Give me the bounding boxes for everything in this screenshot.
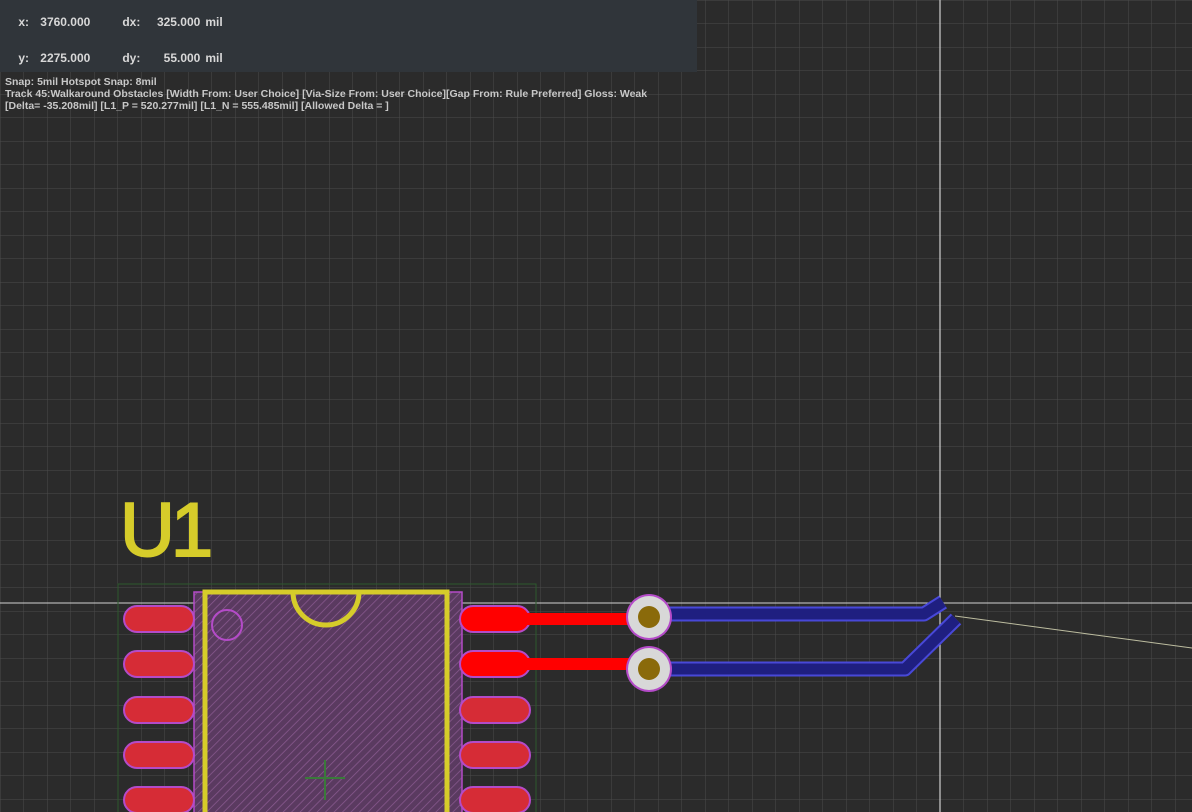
pad[interactable] [459, 786, 531, 812]
dx-label: dx: [122, 15, 141, 29]
pcb-canvas[interactable]: U1 [0, 0, 1192, 812]
pad[interactable] [459, 696, 531, 724]
pad[interactable] [123, 605, 195, 633]
pad[interactable] [123, 650, 195, 678]
dx-unit: mil [205, 15, 223, 29]
pad[interactable] [459, 741, 531, 769]
pad[interactable] [123, 786, 195, 812]
pad[interactable] [123, 741, 195, 769]
right-pad-column [459, 696, 531, 812]
dy-value: 55.000 [163, 51, 201, 65]
dy-label: dy: [122, 51, 141, 65]
dx-value: 325.000 [156, 15, 201, 29]
pad[interactable] [123, 696, 195, 724]
dy-unit: mil [205, 51, 223, 65]
hud-delta: [Delta= -35.208mil] [L1_P = 520.277mil] … [5, 100, 389, 112]
y-value: 2275.000 [40, 51, 91, 65]
y-label: y: [18, 51, 30, 65]
via-icon[interactable] [626, 594, 672, 640]
via-icon[interactable] [626, 646, 672, 692]
coordinate-hud: x: 3760.000 dx: 325.000 mil y: 2275.000 dy: 55.… [0, 0, 697, 112]
hud-track-mode: Track 45:Walkaround Obstacles [Width Fro… [5, 88, 648, 100]
hud-x-row: x: 3760.000 dx: 325.000 mil [5, 4, 697, 40]
hud-snap: Snap: 5mil Hotspot Snap: 8mil [5, 76, 157, 88]
grid [0, 0, 1192, 812]
x-value: 3760.000 [40, 15, 91, 29]
x-label: x: [18, 15, 30, 29]
component-designator[interactable]: U1 [119, 487, 215, 574]
hud-y-row: y: 2275.000 dy: 55.000 mil [5, 40, 697, 76]
